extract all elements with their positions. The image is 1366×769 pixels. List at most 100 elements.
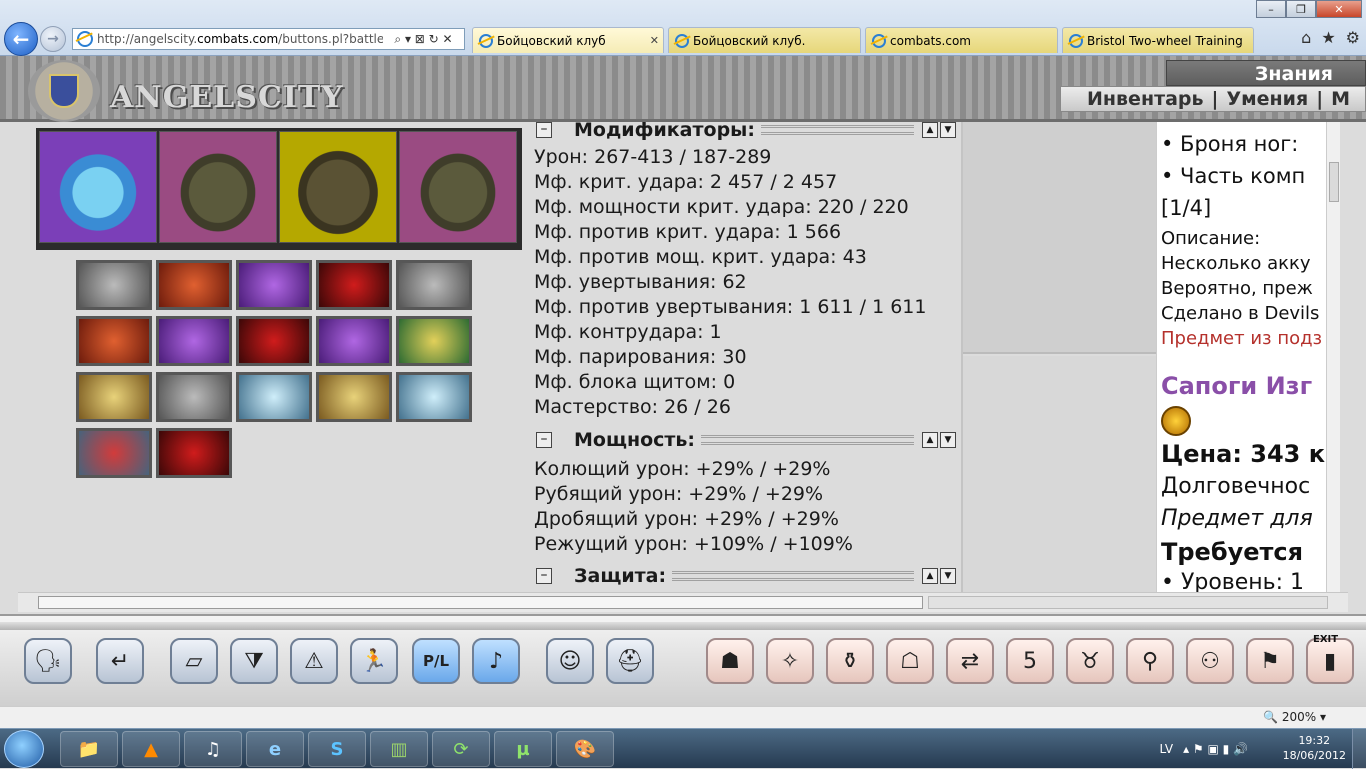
scroll-thumb[interactable] [38,596,923,609]
collapse-icon[interactable]: – [536,122,552,138]
tab-close-icon[interactable]: ✕ [650,34,659,47]
show-desktop-button[interactable] [1352,729,1366,769]
taskbar-explorer[interactable]: 📁 [60,731,118,767]
compass-button[interactable]: ✧ [766,638,814,684]
arrow-down-icon[interactable]: ▼ [940,122,956,138]
clock[interactable]: 19:32 18/06/2012 [1283,733,1346,763]
skill-icon[interactable] [316,372,392,422]
tray-icons[interactable]: ▴ ⚑ ▣ ▮ 🔊 [1183,742,1248,756]
znaniya-link[interactable]: Знания [1255,63,1333,85]
scroll-thumb-right[interactable] [928,596,1328,609]
taskbar-paint[interactable]: 🎨 [556,731,614,767]
skill-row [76,316,472,366]
skill-icon[interactable] [76,316,152,366]
helmet-list-button[interactable]: ⛑ [606,638,654,684]
arrow-down-icon[interactable]: ▼ [940,432,956,448]
menu-more[interactable]: М [1331,88,1350,110]
equip-slot-pouch[interactable] [159,131,277,243]
equip-slot-bag[interactable] [39,131,157,243]
skill-icon[interactable] [316,260,392,310]
taskbar-ie[interactable]: e [246,731,304,767]
pl-button[interactable]: P/L [412,638,460,684]
tab-combats[interactable]: combats.com [865,27,1058,53]
skill-icon[interactable] [156,372,232,422]
bag-button[interactable]: ⚱ [826,638,874,684]
collapse-icon[interactable]: – [536,432,552,448]
skill-icon[interactable] [396,260,472,310]
group-button[interactable]: ⚇ [1186,638,1234,684]
skill-icon[interactable] [156,260,232,310]
hood-button[interactable]: ☗ [706,638,754,684]
equip-slot-pouch[interactable] [279,131,397,243]
maximize-button[interactable]: ❐ [1286,0,1316,18]
back-button[interactable]: ← [4,22,38,56]
game-header: ANGELSCITY Знания Инвентарь | Умения | М [0,56,1366,122]
skill-icon[interactable] [156,316,232,366]
skill-icon[interactable] [236,372,312,422]
person-button[interactable]: ⚲ [1126,638,1174,684]
minimize-button[interactable]: – [1256,0,1286,18]
beast-button[interactable]: ♉ [1066,638,1114,684]
favorites-icon[interactable]: ★ [1321,28,1335,47]
taskbar-vlc[interactable]: ▲ [122,731,180,767]
beast-icon: ♉ [1080,648,1100,674]
item-line: [1/4] [1161,196,1212,220]
menu-inventory[interactable]: Инвентарь [1087,88,1204,110]
tab-bristol[interactable]: Bristol Two-wheel Training [1062,27,1254,53]
close-window-button[interactable]: ✕ [1316,0,1362,18]
forward-button[interactable]: → [40,26,66,52]
skill-icon[interactable] [236,260,312,310]
scroll-thumb[interactable] [1329,162,1339,202]
alert-button[interactable]: ⚠ [290,638,338,684]
game-toolbar: 🗣 ↵ ▱ ⧩ ⚠ 🏃 P/L ♪ ☺ ⛑ ☗ ✧ ⚱ ☖ ⇄ 5 ♉ ⚲ ⚇ … [0,614,1366,706]
skill-icon[interactable] [76,428,152,478]
item-image-cell [963,122,1156,354]
collapse-icon[interactable]: – [536,568,552,584]
item-badge-icon [1161,406,1191,436]
zoom-control[interactable]: 🔍 200% ▾ [1263,710,1326,724]
tab-label: combats.com [890,33,971,48]
horizontal-scrollbar[interactable] [18,592,1348,612]
taskbar-skype[interactable]: S [308,731,366,767]
equip-slot-pouch[interactable] [399,131,517,243]
menu-skills[interactable]: Умения [1226,88,1308,110]
skill-icon[interactable] [76,260,152,310]
item-title[interactable]: Сапоги Изг [1161,372,1312,400]
skill-icon[interactable] [236,316,312,366]
return-button[interactable]: ↵ [96,638,144,684]
skill-icon[interactable] [316,316,392,366]
speech-button[interactable]: 🗣 [24,638,72,684]
start-button[interactable] [4,730,44,768]
gear-icon[interactable]: ⚙ [1346,28,1360,47]
swap-button[interactable]: ⇄ [946,638,994,684]
skill-icon[interactable] [156,428,232,478]
taskbar-itunes[interactable]: ♫ [184,731,242,767]
arrow-up-icon[interactable]: ▲ [922,432,938,448]
filter-button[interactable]: ⧩ [230,638,278,684]
taskbar-app[interactable]: ▥ [370,731,428,767]
vertical-scrollbar[interactable] [1326,122,1340,592]
tab-bojcovskij-klub-2[interactable]: Бойцовский клуб. [668,27,861,53]
arrow-up-icon[interactable]: ▲ [922,568,938,584]
vlc-icon: ▲ [144,738,158,760]
home-icon[interactable]: ⌂ [1301,28,1311,47]
tab-bojcovskij-klub[interactable]: Бойцовский клуб ✕ [472,27,664,53]
eraser-button[interactable]: ▱ [170,638,218,684]
item-details-panel: • Броня ног: • Часть комп [1/4] Описание… [1156,122,1326,592]
skill-icon[interactable] [396,316,472,366]
walk-button[interactable]: 🏃 [350,638,398,684]
language-indicator[interactable]: LV [1160,742,1174,756]
chest-button[interactable]: ☖ [886,638,934,684]
arrow-down-icon[interactable]: ▼ [940,568,956,584]
address-tools[interactable]: ⌕ ▾ ⊠ ↻ ✕ [383,28,465,50]
skill-icon[interactable] [396,372,472,422]
smile-button[interactable]: ☺ [546,638,594,684]
taskbar-sync[interactable]: ⟳ [432,731,490,767]
music-button[interactable]: ♪ [472,638,520,684]
arrow-up-icon[interactable]: ▲ [922,122,938,138]
skill-icon[interactable] [76,372,152,422]
utorrent-icon: µ [516,738,530,760]
flag-button[interactable]: ⚑ [1246,638,1294,684]
five-button[interactable]: 5 [1006,638,1054,684]
taskbar-utorrent[interactable]: µ [494,731,552,767]
